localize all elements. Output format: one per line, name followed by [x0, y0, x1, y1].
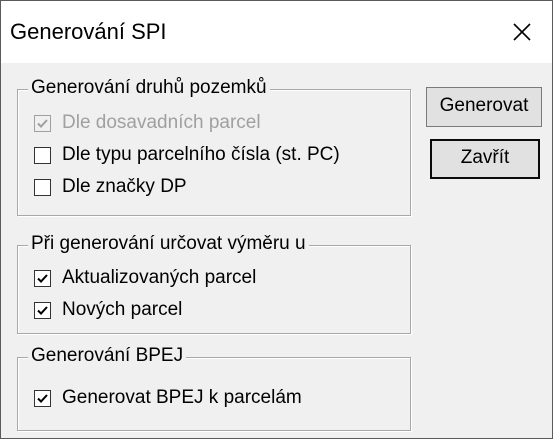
checkbox-parcel-number-type-label: Dle typu parcelního čísla (st. PC) [62, 144, 340, 165]
checkbox-new-parcels[interactable] [34, 302, 51, 319]
group-area: Při generování určovat výměru u Aktualiz… [17, 231, 411, 334]
group-land-types: Generování druhů pozemků Dle dosavadních… [17, 75, 411, 216]
checkbox-dp-mark-label: Dle značky DP [62, 176, 187, 197]
checkbox-previous-parcels-label: Dle dosavadních parcel [62, 112, 261, 133]
checkbox-updated-parcels-label: Aktualizovaných parcel [62, 267, 257, 288]
group-land-types-title: Generování druhů pozemků [28, 75, 270, 101]
window-title: Generování SPI [10, 19, 167, 44]
group-bpej: Generování BPEJ Generovat BPEJ k parcelá… [17, 343, 411, 431]
checkbox-updated-parcels[interactable] [34, 270, 51, 287]
checkbox-generate-bpej-label: Generovat BPEJ k parcelám [62, 387, 302, 408]
checkbox-dp-mark[interactable] [34, 179, 51, 196]
generate-button[interactable]: Generovat [426, 87, 542, 127]
checkbox-parcel-number-type[interactable] [34, 147, 51, 164]
checkbox-generate-bpej[interactable] [34, 390, 51, 407]
close-button[interactable]: Zavřít [430, 139, 540, 179]
group-area-title: Při generování určovat výměru u [28, 231, 309, 257]
title-bar: Generování SPI [1, 1, 552, 63]
generate-spi-dialog: Generování SPI Generování druhů pozemků … [0, 0, 553, 439]
close-icon[interactable] [502, 13, 542, 51]
group-bpej-title: Generování BPEJ [28, 343, 187, 369]
checkbox-new-parcels-label: Nových parcel [62, 299, 183, 320]
checkbox-previous-parcels[interactable] [34, 115, 51, 132]
